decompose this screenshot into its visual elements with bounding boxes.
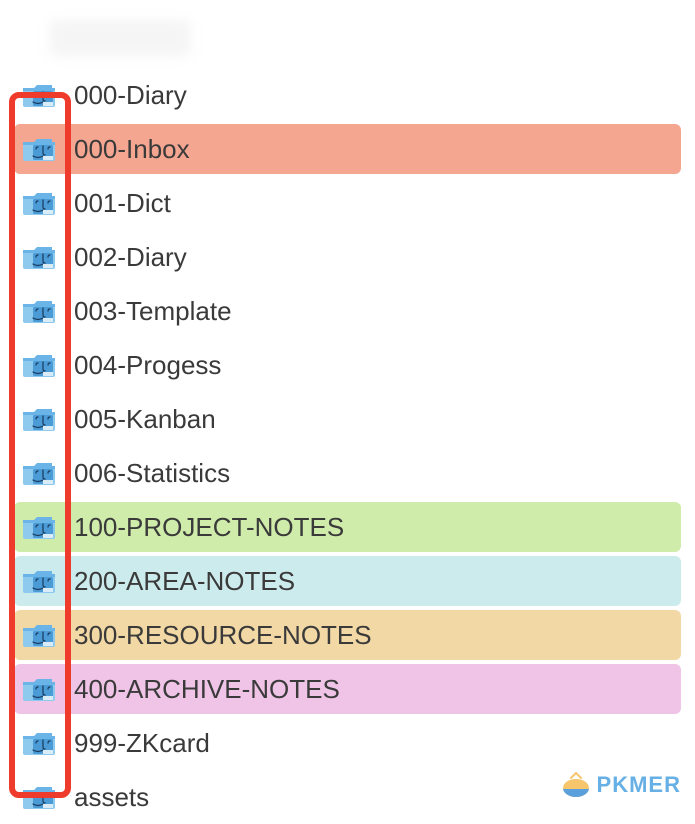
- finder-folder-icon: [22, 730, 56, 756]
- folder-label: 002-Diary: [74, 242, 187, 273]
- folder-list: 000-Diary 000-Inbox 001-Dict 002-Diary 003-T…: [0, 66, 695, 822]
- folder-label: 003-Template: [74, 296, 232, 327]
- finder-folder-icon: [22, 82, 56, 108]
- folder-label: 400-ARCHIVE-NOTES: [74, 674, 340, 705]
- folder-label: 001-Dict: [74, 188, 171, 219]
- finder-folder-icon: [22, 568, 56, 594]
- folder-item[interactable]: 300-RESOURCE-NOTES: [14, 610, 681, 660]
- folder-item[interactable]: 004-Progess: [14, 340, 681, 390]
- folder-item[interactable]: 400-ARCHIVE-NOTES: [14, 664, 681, 714]
- folder-label: 004-Progess: [74, 350, 221, 381]
- finder-folder-icon: [22, 190, 56, 216]
- finder-folder-icon: [22, 244, 56, 270]
- finder-folder-icon: [22, 784, 56, 810]
- folder-item[interactable]: 005-Kanban: [14, 394, 681, 444]
- finder-folder-icon: [22, 460, 56, 486]
- finder-folder-icon: [22, 136, 56, 162]
- finder-folder-icon: [22, 352, 56, 378]
- finder-folder-icon: [22, 676, 56, 702]
- folder-label: 006-Statistics: [74, 458, 230, 489]
- folder-label: 005-Kanban: [74, 404, 216, 435]
- folder-item[interactable]: 001-Dict: [14, 178, 681, 228]
- folder-item[interactable]: 000-Inbox: [14, 124, 681, 174]
- folder-label: 300-RESOURCE-NOTES: [74, 620, 372, 651]
- folder-item[interactable]: 006-Statistics: [14, 448, 681, 498]
- watermark-text: PKMER: [597, 772, 681, 798]
- folder-item[interactable]: 200-AREA-NOTES: [14, 556, 681, 606]
- folder-label: 200-AREA-NOTES: [74, 566, 295, 597]
- finder-folder-icon: [22, 514, 56, 540]
- folder-item[interactable]: 100-PROJECT-NOTES: [14, 502, 681, 552]
- folder-label: assets: [74, 782, 149, 813]
- folder-label: 100-PROJECT-NOTES: [74, 512, 344, 543]
- header-blur: [50, 20, 190, 56]
- folder-item[interactable]: 999-ZKcard: [14, 718, 681, 768]
- folder-label: 999-ZKcard: [74, 728, 210, 759]
- folder-label: 000-Diary: [74, 80, 187, 111]
- watermark: PKMER: [561, 772, 681, 798]
- finder-folder-icon: [22, 622, 56, 648]
- folder-item[interactable]: 002-Diary: [14, 232, 681, 282]
- folder-item[interactable]: 000-Diary: [14, 70, 681, 120]
- folder-label: 000-Inbox: [74, 134, 190, 165]
- finder-folder-icon: [22, 406, 56, 432]
- finder-folder-icon: [22, 298, 56, 324]
- pkmer-logo-icon: [561, 772, 591, 798]
- folder-item[interactable]: 003-Template: [14, 286, 681, 336]
